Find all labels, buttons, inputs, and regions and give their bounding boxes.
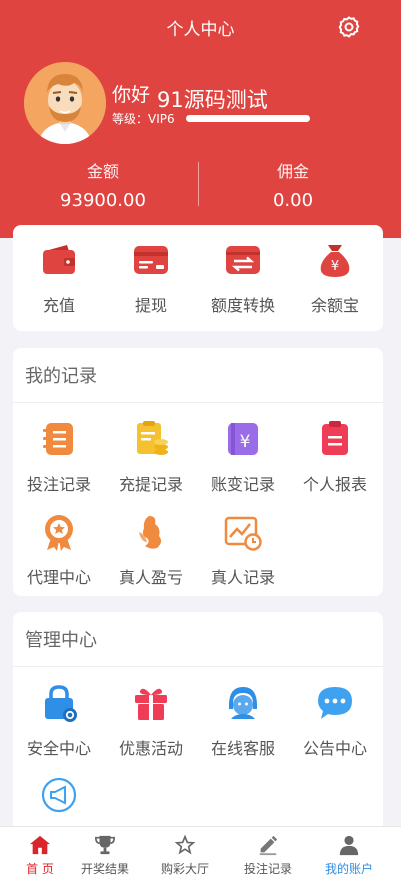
transfer-button[interactable]: 额度转换 (197, 240, 289, 316)
report-icon (322, 421, 348, 455)
home-icon (29, 835, 51, 855)
announcement-center-button[interactable]: 公告中心 (289, 683, 381, 759)
recharge-button[interactable]: 充值 (13, 240, 105, 316)
account-change-icon: ¥ (228, 423, 258, 455)
chat-bubble-icon (318, 687, 352, 719)
balance-value: 93900.00 (60, 190, 146, 211)
commission-stat[interactable]: 佣金 0.00 (233, 158, 353, 211)
user-icon (339, 835, 359, 856)
live-record-button[interactable]: 真人记录 (197, 512, 289, 588)
broadcast-button[interactable] (13, 775, 105, 827)
page-title: 个人中心 (166, 19, 235, 40)
megaphone-icon (41, 777, 77, 813)
star-icon (174, 834, 196, 855)
agent-center-button[interactable]: 代理中心 (13, 512, 105, 588)
svg-text:¥: ¥ (240, 432, 251, 452)
vip-level: 等级：VIP6 (112, 112, 175, 126)
security-center-button[interactable]: 安全中心 (13, 683, 105, 759)
gift-icon (135, 688, 167, 720)
commission-label: 佣金 (276, 162, 309, 181)
balance-stat[interactable]: 金额 93900.00 (43, 158, 163, 211)
withdraw-button[interactable]: 提现 (105, 240, 197, 316)
stat-divider (198, 162, 199, 206)
management-card: 管理中心 安全中心 优惠活动 在线客服 公告中心 (13, 612, 383, 852)
title-bar: 个人中心 (0, 0, 401, 54)
wallet-actions-card: 充值 提现 额度转换 ¥ 余额宝 (13, 225, 383, 331)
pencil-note-icon (259, 835, 278, 856)
wallet-icon (43, 245, 75, 274)
card-icon (134, 246, 168, 274)
bet-record-icon (43, 423, 73, 455)
live-record-icon (224, 516, 262, 551)
trophy-icon (95, 835, 115, 855)
deposit-record-button[interactable]: 充提记录 (105, 419, 197, 495)
tab-draw-results[interactable]: 开奖结果 (65, 827, 145, 885)
bet-record-button[interactable]: 投注记录 (13, 419, 105, 495)
avatar[interactable] (24, 62, 106, 144)
live-profit-icon (139, 516, 162, 549)
tab-my-account[interactable]: 我的账户 (309, 827, 389, 885)
tab-lottery-hall[interactable]: 购彩大厅 (145, 827, 225, 885)
svg-text:¥: ¥ (331, 259, 339, 274)
lock-icon (45, 685, 77, 722)
customer-service-icon (229, 687, 257, 719)
level-progress-bar (186, 115, 310, 122)
management-title: 管理中心 (13, 612, 383, 667)
agent-medal-icon (45, 515, 73, 551)
balance-label: 金额 (86, 162, 119, 181)
money-bag-icon: ¥ (320, 245, 350, 277)
live-profit-button[interactable]: 真人盈亏 (105, 512, 197, 588)
records-title: 我的记录 (13, 348, 383, 403)
tab-bet-records[interactable]: 投注记录 (228, 827, 308, 885)
account-change-button[interactable]: ¥ 账变记录 (197, 419, 289, 495)
records-card: 我的记录 投注记录 充提记录 ¥ 账变记录 个人报表 代理中心 真人盈亏 真人记… (13, 348, 383, 596)
transfer-icon (226, 246, 260, 274)
bottom-tab-bar: 首 页 开奖结果 购彩大厅 投注记录 我的账户 (0, 826, 401, 885)
gear-icon[interactable] (337, 15, 361, 39)
customer-service-button[interactable]: 在线客服 (197, 683, 289, 759)
deposit-record-icon (137, 421, 168, 455)
commission-value: 0.00 (272, 190, 314, 211)
promotions-button[interactable]: 优惠活动 (105, 683, 197, 759)
yuebao-button[interactable]: ¥ 余额宝 (289, 240, 381, 316)
personal-report-button[interactable]: 个人报表 (289, 419, 381, 495)
greeting: 你好 (112, 84, 151, 106)
